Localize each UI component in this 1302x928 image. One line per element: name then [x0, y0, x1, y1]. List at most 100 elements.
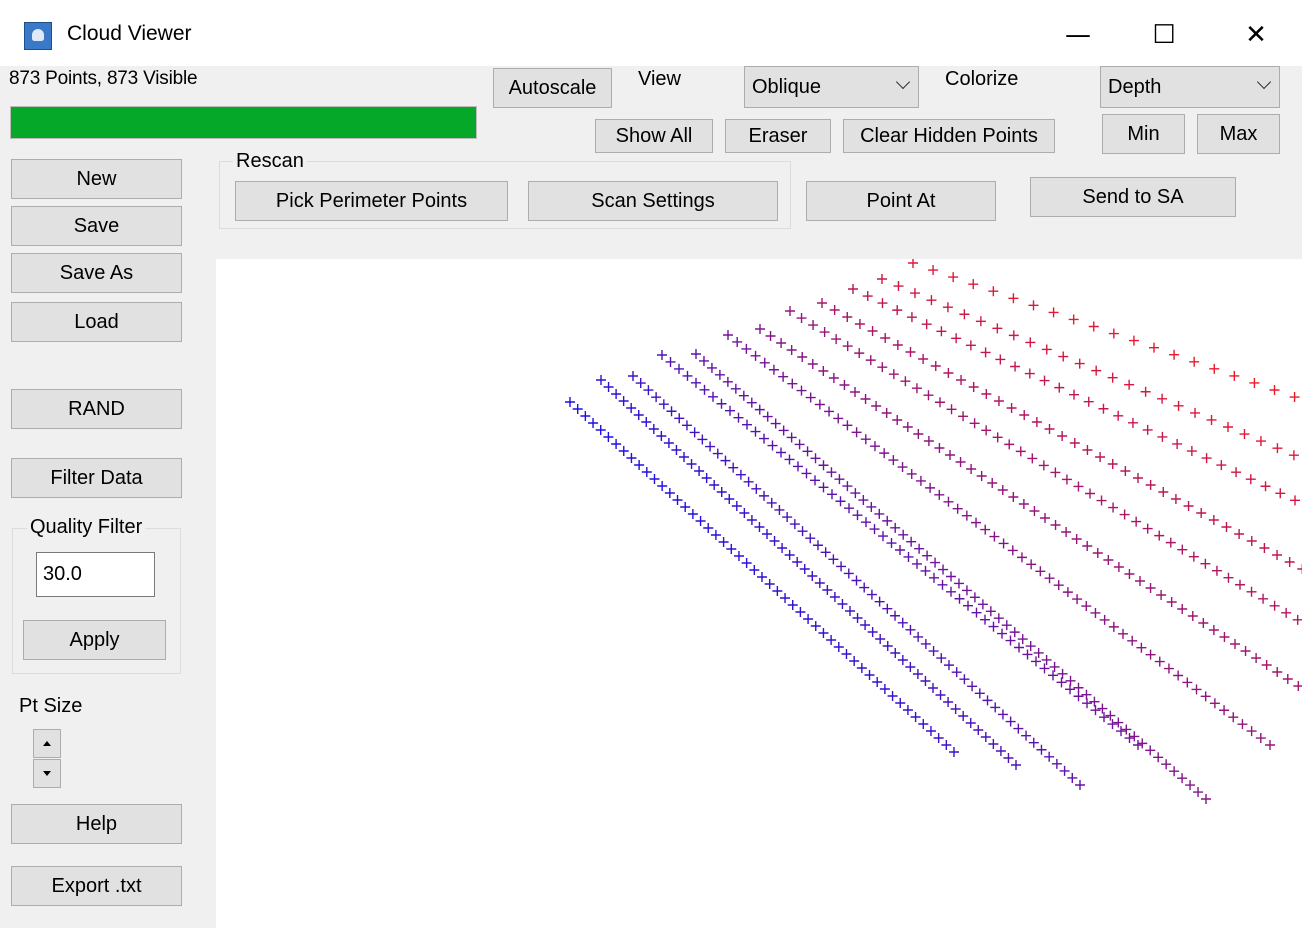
- cloud-point-marker: [833, 413, 844, 424]
- app-icon: [24, 22, 52, 50]
- cloud-point-marker: [634, 460, 645, 470]
- cloud-point-marker: [903, 551, 914, 562]
- cloud-point-marker: [933, 733, 944, 743]
- point-cloud-canvas[interactable]: [216, 259, 1302, 928]
- cloud-point-marker: [759, 357, 770, 368]
- cloud-point-marker: [958, 711, 969, 721]
- pt-size-down-button[interactable]: [33, 759, 61, 788]
- eraser-button[interactable]: Eraser: [725, 119, 831, 153]
- arrow-down-icon: [43, 771, 51, 776]
- cloud-point-marker: [611, 439, 622, 449]
- cloud-point-marker: [750, 350, 761, 361]
- cloud-point-marker: [1185, 780, 1196, 791]
- cloud-point-marker: [1258, 593, 1269, 604]
- cloud-point-marker: [1053, 580, 1064, 591]
- cloud-point-marker: [1082, 698, 1092, 709]
- cloud-point-marker: [1124, 379, 1135, 390]
- cloud-point-marker: [746, 515, 757, 525]
- help-button[interactable]: Help: [11, 804, 182, 844]
- cloud-point-marker: [1041, 344, 1052, 355]
- cloud-point-marker: [1107, 719, 1118, 730]
- cloud-point-marker: [966, 464, 977, 474]
- quality-filter-title: Quality Filter: [27, 516, 146, 539]
- arrow-up-icon: [43, 741, 51, 746]
- max-button[interactable]: Max: [1197, 114, 1280, 154]
- cloud-point-marker: [1004, 439, 1015, 450]
- cloud-point-marker: [1190, 407, 1201, 418]
- cloud-point-marker: [956, 375, 967, 385]
- save-as-button[interactable]: Save As: [11, 253, 182, 293]
- cloud-point-marker: [908, 259, 918, 268]
- cloud-point-marker: [746, 397, 757, 408]
- filter-data-button[interactable]: Filter Data: [11, 458, 182, 498]
- pick-perimeter-points-button[interactable]: Pick Perimeter Points: [235, 181, 508, 221]
- cloud-point-marker: [708, 391, 718, 402]
- pt-size-up-button[interactable]: [33, 729, 61, 758]
- cloud-point-marker: [1059, 765, 1070, 776]
- cloud-point-marker: [833, 642, 844, 652]
- cloud-point-marker: [961, 510, 972, 521]
- cloud-point-marker: [1237, 719, 1248, 730]
- cloud-point-marker: [714, 369, 725, 380]
- progress-bar: [10, 106, 477, 139]
- cloud-point-marker: [1121, 724, 1132, 735]
- cloud-point-marker: [802, 446, 813, 457]
- cloud-point-marker: [992, 432, 1003, 443]
- cloud-point-marker: [1173, 400, 1184, 411]
- cloud-point-marker: [1145, 649, 1156, 660]
- cloud-point-marker: [1228, 712, 1239, 723]
- cloud-point-marker: [682, 370, 693, 381]
- cloud-point-marker: [1089, 696, 1100, 707]
- cloud-point-marker: [864, 670, 875, 680]
- cloud-point-marker: [897, 655, 908, 665]
- point-cloud-viewport[interactable]: [216, 259, 1302, 928]
- cloud-point-marker: [1039, 375, 1050, 386]
- load-button[interactable]: Load: [11, 302, 182, 342]
- min-button[interactable]: Min: [1102, 114, 1185, 154]
- export-txt-button[interactable]: Export .txt: [11, 866, 182, 906]
- cloud-point-marker: [1081, 689, 1092, 700]
- save-button[interactable]: Save: [11, 206, 182, 246]
- scan-settings-button[interactable]: Scan Settings: [528, 181, 778, 221]
- cloud-point-marker: [649, 474, 660, 484]
- cloud-point-marker: [1161, 759, 1172, 770]
- cloud-point-marker: [913, 631, 924, 642]
- cloud-point-marker: [1223, 422, 1233, 432]
- cloud-point-marker: [1288, 450, 1299, 461]
- quality-filter-input[interactable]: [36, 552, 155, 597]
- clear-hidden-points-button[interactable]: Clear Hidden Points: [843, 119, 1055, 153]
- point-at-button[interactable]: Point At: [806, 181, 996, 221]
- cloud-point-marker: [897, 617, 908, 628]
- cloud-point-marker: [922, 550, 933, 561]
- new-button[interactable]: New: [11, 159, 182, 199]
- apply-button[interactable]: Apply: [23, 620, 166, 660]
- cloud-point-marker: [897, 462, 908, 473]
- cloud-point-marker: [854, 319, 865, 329]
- view-select[interactable]: Oblique: [744, 66, 919, 108]
- cloud-point-marker: [787, 600, 798, 610]
- cloud-point-marker: [1246, 536, 1257, 546]
- rand-button[interactable]: RAND: [11, 389, 182, 429]
- cloud-point-marker: [1201, 794, 1211, 804]
- maximize-button[interactable]: ☐: [1134, 12, 1194, 58]
- cloud-point-marker: [856, 663, 867, 673]
- cloud-point-marker: [959, 309, 970, 320]
- send-to-sa-button[interactable]: Send to SA: [1030, 177, 1236, 217]
- show-all-button[interactable]: Show All: [595, 119, 713, 153]
- cloud-point-marker: [797, 526, 808, 537]
- cloud-point-marker: [795, 607, 806, 617]
- cloud-point-marker: [1182, 677, 1193, 688]
- cloud-point-marker: [680, 502, 691, 512]
- close-button[interactable]: ✕: [1226, 12, 1286, 58]
- minimize-button[interactable]: —: [1048, 12, 1108, 58]
- cloud-point-marker: [890, 648, 901, 658]
- cloud-point-marker: [890, 522, 901, 533]
- cloud-point-marker: [1200, 691, 1211, 702]
- cloud-point-marker: [786, 432, 797, 443]
- cloud-point-marker: [860, 620, 871, 630]
- colorize-select[interactable]: Depth: [1100, 66, 1280, 108]
- cloud-point-marker: [611, 389, 622, 399]
- cloud-point-marker: [843, 568, 854, 579]
- autoscale-button[interactable]: Autoscale: [493, 68, 612, 108]
- cloud-point-marker: [1145, 745, 1156, 756]
